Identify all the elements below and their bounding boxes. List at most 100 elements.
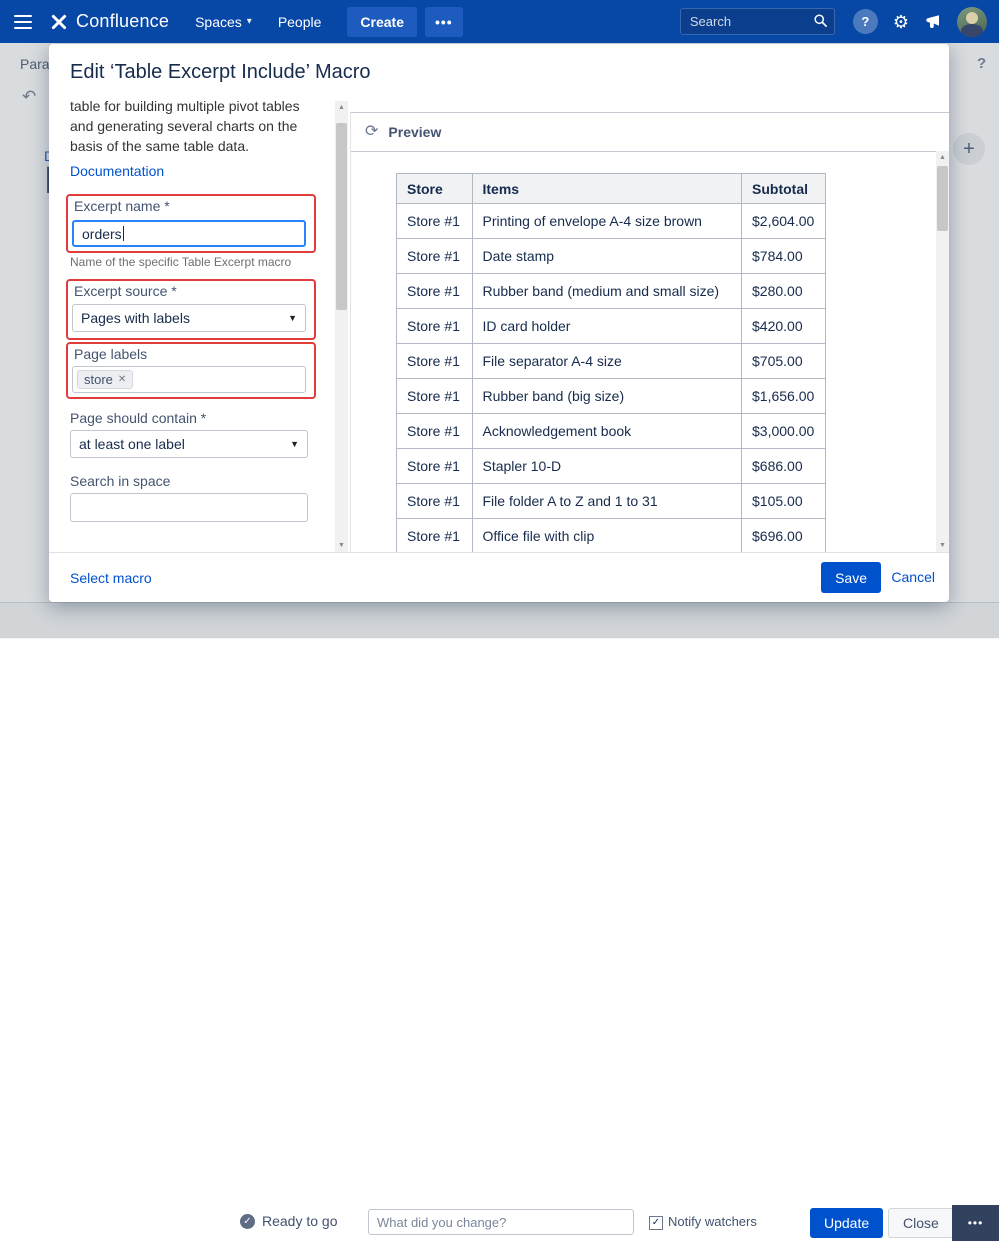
table-cell: $784.00 bbox=[741, 238, 826, 274]
column-header: Store bbox=[396, 173, 473, 204]
table-cell: $280.00 bbox=[741, 273, 826, 309]
hamburger-menu-icon[interactable] bbox=[14, 14, 32, 29]
label-tag: store ✕ bbox=[77, 370, 134, 389]
table-cell: File separator A-4 size bbox=[471, 343, 742, 379]
table-cell: ID card holder bbox=[471, 308, 742, 344]
nav-more-button[interactable]: ••• bbox=[425, 6, 463, 37]
change-comment-input[interactable] bbox=[368, 1209, 634, 1235]
table-row: Store #1 File separator A-4 size $705.00 bbox=[396, 343, 826, 379]
scrollbar-thumb[interactable] bbox=[937, 166, 948, 231]
scroll-down-icon[interactable]: ▼ bbox=[335, 539, 348, 552]
table-row: Store #1 Acknowledgement book $3,000.00 bbox=[396, 413, 826, 449]
preview-body: Store Items Subtotal Store #1 Printing of… bbox=[351, 151, 936, 552]
search-icon[interactable] bbox=[813, 13, 828, 33]
macro-form: table for building multiple pivot tables… bbox=[49, 101, 335, 552]
cancel-link[interactable]: Cancel bbox=[891, 569, 935, 585]
scroll-down-icon[interactable]: ▼ bbox=[936, 539, 949, 552]
table-cell: File folder A to Z and 1 to 31 bbox=[471, 483, 742, 519]
nav-spaces[interactable]: Spaces ▾ bbox=[195, 14, 252, 30]
top-nav: Confluence Spaces ▾ People Create ••• ? … bbox=[0, 0, 999, 43]
scrollbar-thumb[interactable] bbox=[336, 123, 347, 310]
page-contain-label: Page should contain * bbox=[70, 410, 207, 426]
table-cell: Store #1 bbox=[396, 273, 473, 309]
table-cell: Rubber band (medium and small size) bbox=[471, 273, 742, 309]
dialog-title: Edit ‘Table Excerpt Include’ Macro bbox=[70, 61, 371, 83]
page-labels-label: Page labels bbox=[74, 346, 148, 362]
table-cell: $705.00 bbox=[741, 343, 826, 379]
preview-title: Preview bbox=[388, 124, 442, 140]
table-cell: $686.00 bbox=[741, 448, 826, 484]
table-cell: $2,604.00 bbox=[741, 203, 826, 239]
megaphone-icon[interactable] bbox=[924, 13, 942, 31]
text-caret bbox=[122, 226, 125, 241]
excerpt-name-highlight: Excerpt name * orders bbox=[66, 194, 316, 253]
brand-name: Confluence bbox=[76, 11, 170, 31]
table-row: Store #1 Rubber band (medium and small si… bbox=[396, 273, 826, 309]
table-row: Store #1 Printing of envelope A-4 size br… bbox=[396, 203, 826, 239]
table-cell: Date stamp bbox=[471, 238, 742, 274]
table-row: Store #1 Stapler 10-D $686.00 bbox=[396, 448, 826, 484]
table-cell: Acknowledgement book bbox=[471, 413, 742, 449]
table-cell: Store #1 bbox=[396, 378, 473, 414]
page-labels-highlight: Page labels store ✕ bbox=[66, 342, 316, 399]
refresh-icon[interactable]: ⟳ bbox=[365, 124, 378, 140]
status-text: Ready to go bbox=[262, 1213, 338, 1229]
excerpt-name-help: Name of the specific Table Excerpt macro bbox=[70, 255, 292, 269]
table-cell: $696.00 bbox=[741, 518, 826, 552]
excerpt-name-label: Excerpt name * bbox=[74, 198, 170, 214]
nav-people[interactable]: People bbox=[278, 14, 322, 30]
excerpt-source-highlight: Excerpt source * Pages with labels ▼ bbox=[66, 279, 316, 340]
dialog-footer: Select macro Save Cancel bbox=[49, 552, 949, 602]
table-cell: $3,000.00 bbox=[741, 413, 826, 449]
table-cell: Store #1 bbox=[396, 483, 473, 519]
excerpt-name-input[interactable]: orders bbox=[72, 220, 306, 247]
notify-watchers-checkbox[interactable]: ✓ bbox=[649, 1216, 663, 1230]
table-row: Store #1 ID card holder $420.00 bbox=[396, 308, 826, 344]
table-header-row: Store Items Subtotal bbox=[396, 173, 826, 204]
macro-description: table for building multiple pivot tables… bbox=[70, 101, 300, 154]
search-space-input[interactable] bbox=[70, 493, 308, 522]
close-button[interactable]: Close bbox=[888, 1208, 954, 1238]
preview-panel: ⟳ Preview Store Items Subtotal Store #1 P… bbox=[350, 112, 949, 552]
confluence-brand[interactable]: Confluence bbox=[50, 11, 169, 32]
check-icon: ✓ bbox=[240, 1214, 255, 1229]
documentation-link[interactable]: Documentation bbox=[70, 163, 164, 179]
save-button[interactable]: Save bbox=[821, 562, 881, 593]
column-header: Items bbox=[471, 173, 742, 204]
table-cell: Store #1 bbox=[396, 343, 473, 379]
table-cell: Store #1 bbox=[396, 518, 473, 552]
page-labels-input[interactable]: store ✕ bbox=[72, 366, 306, 393]
nav-search bbox=[679, 8, 835, 35]
footer-more-button[interactable]: ••• bbox=[952, 1205, 999, 1241]
scroll-up-icon[interactable]: ▲ bbox=[335, 101, 348, 114]
help-icon[interactable]: ? bbox=[852, 9, 878, 34]
table-cell: Store #1 bbox=[396, 413, 473, 449]
confluence-logo-icon bbox=[50, 13, 68, 31]
page-contain-select[interactable]: at least one label ▼ bbox=[70, 430, 308, 458]
table-cell: $1,656.00 bbox=[741, 378, 826, 414]
scroll-up-icon[interactable]: ▲ bbox=[936, 151, 949, 164]
select-arrow-icon: ▼ bbox=[290, 439, 299, 449]
chevron-down-icon: ▾ bbox=[246, 16, 252, 27]
gear-icon[interactable]: ⚙ bbox=[893, 13, 909, 31]
remove-tag-icon[interactable]: ✕ bbox=[118, 374, 126, 385]
notify-watchers-label: Notify watchers bbox=[668, 1214, 757, 1229]
search-input[interactable] bbox=[679, 8, 835, 35]
select-macro-link[interactable]: Select macro bbox=[70, 570, 152, 586]
table-row: Store #1 Rubber band (big size) $1,656.00 bbox=[396, 378, 826, 414]
table-cell: Store #1 bbox=[396, 308, 473, 344]
macro-edit-dialog: Edit ‘Table Excerpt Include’ Macro table… bbox=[49, 44, 949, 602]
table-cell: $105.00 bbox=[741, 483, 826, 519]
table-cell: Printing of envelope A-4 size brown bbox=[471, 203, 742, 239]
update-button[interactable]: Update bbox=[810, 1208, 884, 1238]
preview-scrollbar[interactable]: ▲ ▼ bbox=[936, 151, 949, 552]
excerpt-source-select[interactable]: Pages with labels ▼ bbox=[72, 304, 306, 332]
create-button[interactable]: Create bbox=[347, 6, 417, 37]
preview-header: ⟳ Preview bbox=[351, 113, 949, 152]
form-scrollbar[interactable]: ▲ ▼ bbox=[335, 101, 348, 552]
table-cell: Office file with clip bbox=[471, 518, 742, 552]
table-cell: Store #1 bbox=[396, 238, 473, 274]
avatar[interactable] bbox=[957, 6, 987, 37]
table-row: Store #1 Office file with clip $696.00 bbox=[396, 518, 826, 552]
column-header: Subtotal bbox=[741, 173, 826, 204]
